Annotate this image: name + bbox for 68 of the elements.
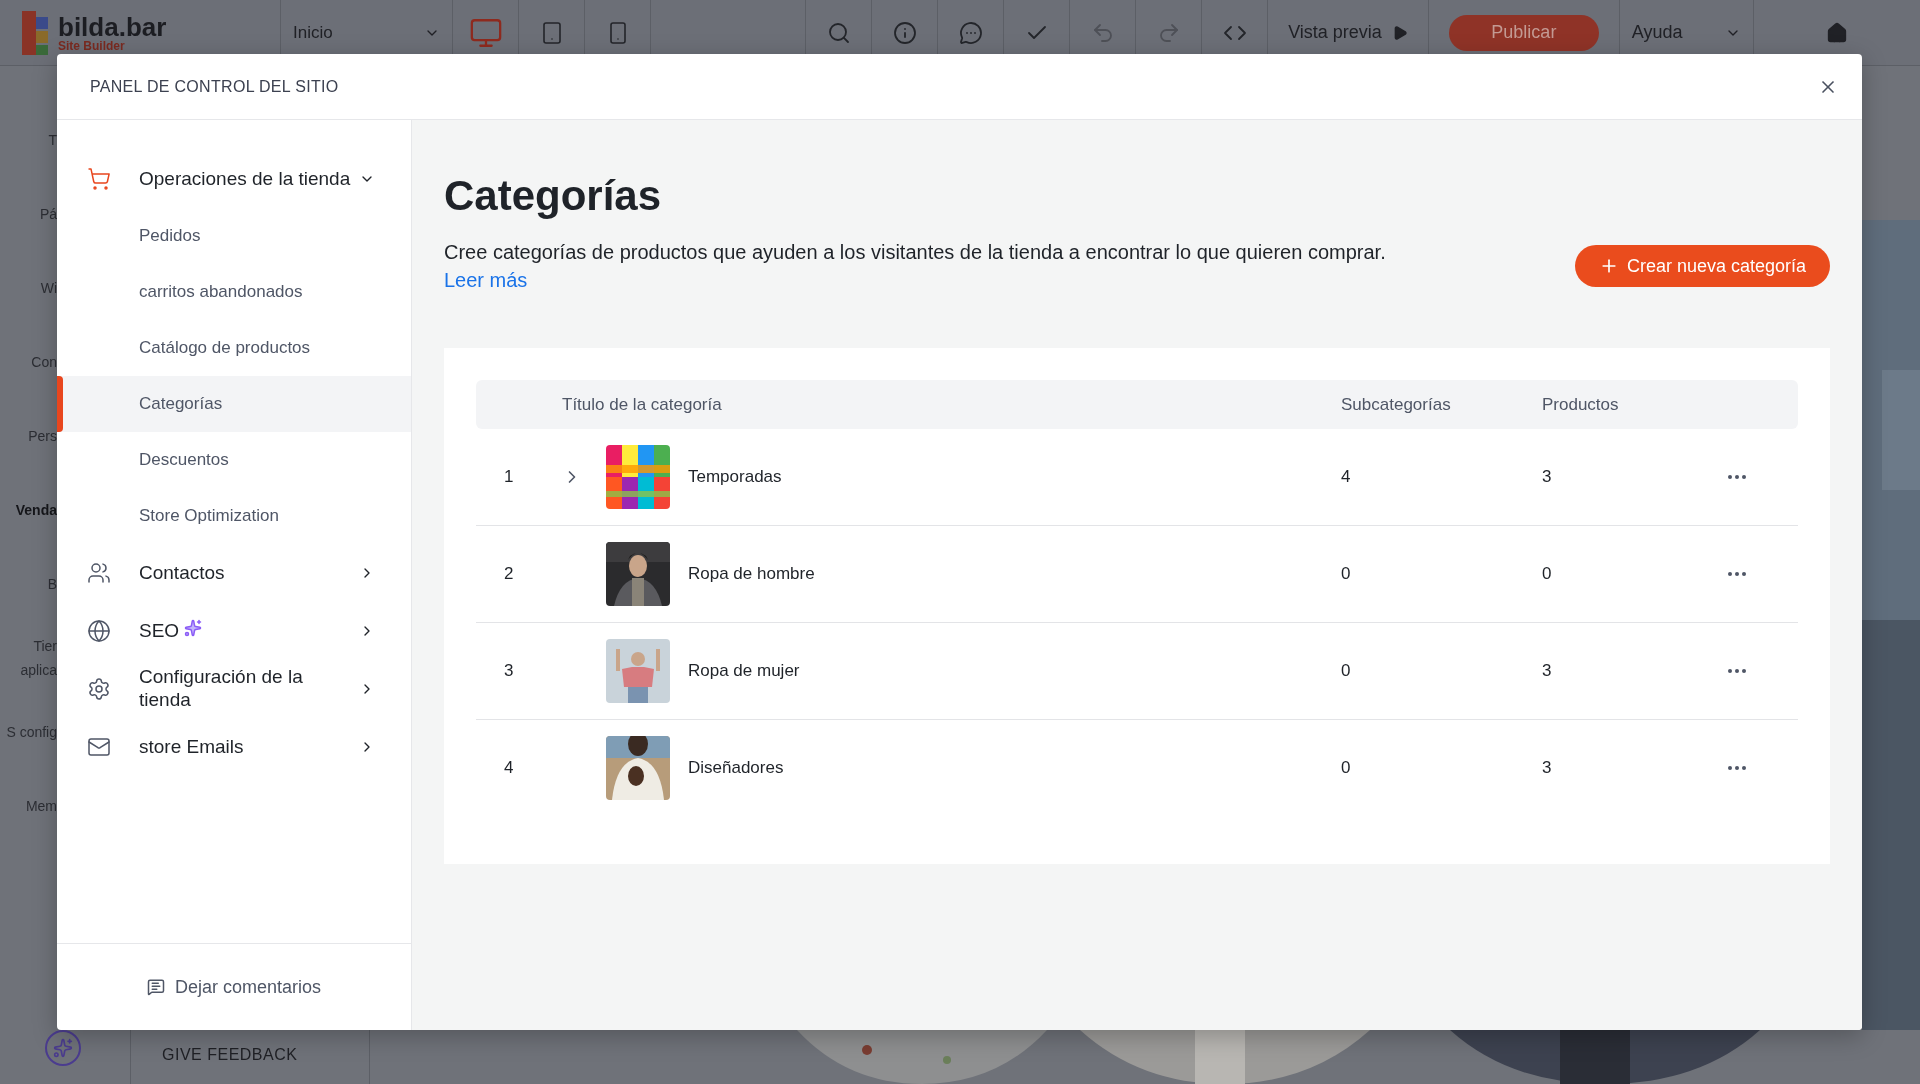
- more-button[interactable]: [1728, 766, 1746, 770]
- feedback-button[interactable]: Dejar comentarios: [140, 975, 328, 999]
- more-button[interactable]: [1728, 475, 1746, 479]
- column-header: Productos: [1542, 394, 1620, 415]
- more-icon: [1728, 475, 1746, 479]
- category-title: Ropa de mujer: [688, 661, 801, 681]
- nav-group[interactable]: Configuración de la tienda: [57, 660, 411, 718]
- nav-group[interactable]: Operaciones de la tienda: [57, 150, 411, 208]
- store-icon: [87, 167, 111, 191]
- more-icon: [1728, 572, 1746, 576]
- learn-more-link[interactable]: Leer más: [444, 269, 528, 291]
- category-title: Temporadas: [688, 467, 783, 487]
- sidebar-label[interactable]: T: [48, 129, 57, 153]
- table-cell-text: 0: [1542, 564, 1553, 584]
- create-category-button[interactable]: Crear nueva categoría: [1574, 245, 1830, 287]
- category-title: Diseñadores: [688, 758, 785, 778]
- sidebar-label[interactable]: Pers: [28, 425, 57, 449]
- sidebar-label[interactable]: Venda: [15, 499, 57, 523]
- more-icon: [1728, 669, 1746, 673]
- nav-item[interactable]: Catálogo de productos: [57, 320, 411, 376]
- sidebar-label[interactable]: Mem: [25, 795, 57, 819]
- nav-group[interactable]: Contactos: [57, 544, 411, 602]
- sidebar-label[interactable]: B: [47, 573, 57, 597]
- publish-button[interactable]: Publicar: [1448, 14, 1599, 51]
- sidebar-label[interactable]: Pá: [39, 203, 57, 227]
- more-button[interactable]: [1728, 669, 1746, 673]
- row-number: 3: [503, 661, 515, 681]
- nav-item[interactable]: Pedidos: [57, 208, 411, 264]
- logo-tagline: Site Builder: [58, 39, 126, 52]
- logo-name: bilda.bar: [58, 13, 167, 40]
- more-button[interactable]: [1728, 572, 1746, 576]
- page-heading: Categorías: [444, 172, 663, 220]
- column-header: Subcategorías: [1341, 394, 1452, 415]
- nav-item[interactable]: Categorías: [57, 376, 411, 432]
- nav-group[interactable]: store Emails: [57, 718, 411, 776]
- table-cell-text: 0: [1341, 661, 1352, 681]
- home-icon: [1825, 21, 1848, 44]
- nav-item[interactable]: Descuentos: [57, 432, 411, 488]
- sparkle-icon: [53, 1038, 73, 1058]
- sidebar-label[interactable]: Con: [31, 351, 57, 375]
- column-header: Título de la categoría: [562, 394, 723, 415]
- sidebar-label[interactable]: S config: [6, 721, 57, 745]
- row-number: 2: [503, 564, 515, 584]
- contacts-icon: [87, 561, 111, 585]
- row-number: 4: [503, 758, 515, 778]
- row-number: 1: [503, 467, 515, 487]
- nav-group[interactable]: SEO: [57, 602, 411, 660]
- info-icon: [892, 20, 917, 45]
- sidebar-label[interactable]: Tier aplica: [0, 635, 57, 683]
- modal-title: PANEL DE CONTROL DEL SITIO: [90, 77, 339, 96]
- nav-item[interactable]: Store Optimization: [57, 488, 411, 544]
- table-cell-text: 0: [1341, 564, 1352, 584]
- nav-item[interactable]: carritos abandonados: [57, 264, 411, 320]
- feedback-link[interactable]: GIVE FEEDBACK: [162, 1046, 298, 1064]
- table-cell-text: 0: [1341, 758, 1352, 778]
- table-cell-text: 3: [1542, 758, 1553, 778]
- table-cell-text: 4: [1341, 467, 1352, 487]
- table-cell-text: 3: [1542, 467, 1553, 487]
- description: Cree categorías de productos que ayuden a los visitantes de la tienda a encontrar lo que quieren comprar.: [444, 240, 1386, 265]
- comments-icon: [958, 20, 983, 45]
- email-icon: [87, 735, 111, 759]
- more-icon: [1728, 766, 1746, 770]
- table-cell-text: 3: [1542, 661, 1553, 681]
- sidebar-label[interactable]: Wi: [40, 277, 57, 301]
- search-icon: [826, 20, 851, 45]
- comment-icon: [146, 978, 165, 996]
- category-title: Ropa de hombre: [688, 564, 816, 584]
- settings-icon: [87, 677, 111, 701]
